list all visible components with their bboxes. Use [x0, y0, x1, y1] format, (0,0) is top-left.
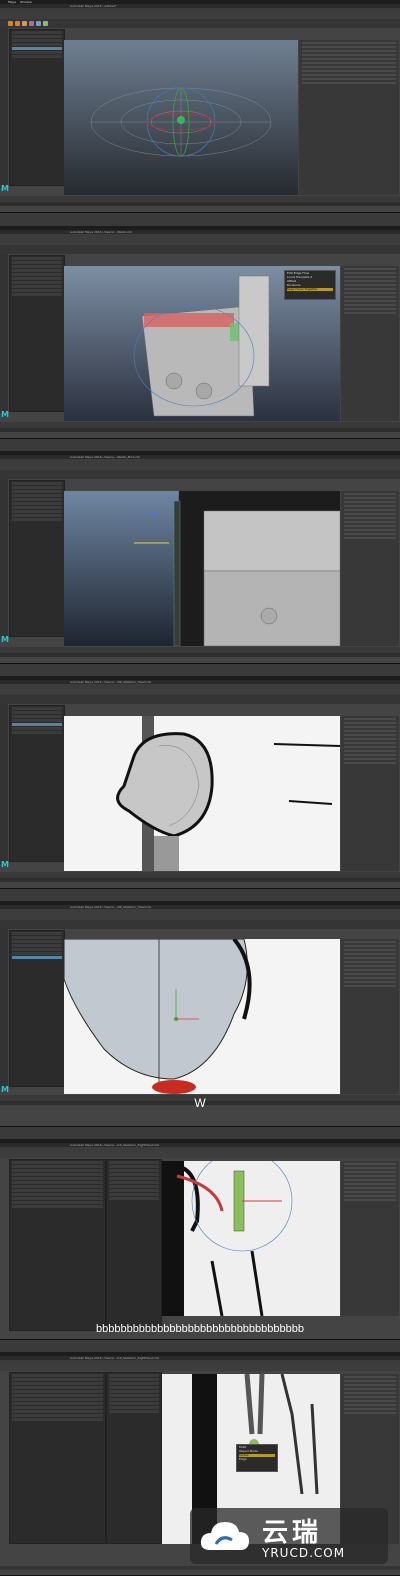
channel-box[interactable]	[341, 491, 399, 646]
screenshot-frame-5: Autodesk Maya 2016: /Users/.../09_Skelet…	[0, 901, 400, 1127]
shelf-icon[interactable]	[22, 21, 27, 26]
viewport-front[interactable]	[64, 716, 340, 871]
maya-logo: M	[1, 410, 9, 419]
shelf-icon[interactable]	[15, 21, 20, 26]
command-line[interactable]	[0, 428, 400, 432]
skeleton-arm-viewport[interactable]	[162, 1161, 340, 1316]
screenshot-frame-2: Autodesk Maya 2016: /Users/.../Radio.mb …	[0, 226, 400, 439]
screenshot-frame-4: Autodesk Maya 2016: /Users/.../09_Skelet…	[0, 676, 400, 889]
help-line	[0, 1566, 400, 1570]
maya-logo: M	[1, 184, 9, 193]
grid-sphere-viewport[interactable]	[64, 40, 298, 195]
outliner-panel[interactable]	[9, 930, 65, 1087]
shelf-icon[interactable]	[29, 21, 34, 26]
channel-box[interactable]	[341, 716, 399, 871]
status-line[interactable]	[0, 1365, 400, 1371]
viewport-persp[interactable]	[64, 40, 298, 195]
toolbox[interactable]	[0, 254, 8, 414]
outliner-panel[interactable]	[9, 29, 65, 186]
status-line[interactable]	[0, 1152, 400, 1158]
command-line[interactable]	[0, 653, 400, 657]
shelf-icon[interactable]	[43, 21, 48, 26]
channel-box[interactable]	[341, 266, 399, 421]
command-line[interactable]	[0, 878, 400, 882]
screenshot-frame-1: Maya Window Autodesk Maya 2016: untitled…	[0, 0, 400, 213]
command-line[interactable]	[0, 202, 400, 206]
outliner-panel[interactable]	[106, 1159, 162, 1331]
shelf[interactable]	[0, 695, 400, 704]
cloud-logo-icon	[200, 1522, 249, 1550]
maya-logo: M	[1, 635, 9, 644]
screenshot-frame-3: Autodesk Maya 2016: /Users/.../Radio_Mod…	[0, 451, 400, 664]
watermark-english: YRUCD.COM	[262, 1546, 346, 1560]
shelf-icon[interactable]	[36, 21, 41, 26]
keystroke-caption: W	[194, 1096, 206, 1110]
toolbox[interactable]	[0, 479, 8, 639]
shelf[interactable]	[0, 245, 400, 254]
outliner-panel[interactable]	[9, 705, 65, 862]
marking-menu[interactable]: Edit Edge Flow Local Translate X Offset …	[284, 270, 336, 300]
viewport-persp[interactable]	[64, 491, 340, 646]
channel-box[interactable]	[341, 1161, 399, 1316]
maya-logo: M	[1, 1085, 9, 1094]
tool-settings-panel[interactable]	[9, 1372, 106, 1544]
maya-logo: M	[1, 860, 9, 869]
yrucd-watermark: 云瑞 YRUCD.COM	[190, 1508, 388, 1564]
attribute-editor[interactable]	[299, 40, 399, 195]
shelf[interactable]	[0, 470, 400, 479]
toolbox[interactable]	[0, 28, 8, 188]
shelf[interactable]	[0, 19, 400, 28]
viewport-front[interactable]	[162, 1161, 340, 1316]
skull-jaw-viewport[interactable]	[64, 939, 340, 1094]
outliner-panel[interactable]	[106, 1372, 162, 1544]
radio-closeup-viewport[interactable]	[64, 491, 340, 646]
viewport-front[interactable]	[64, 939, 340, 1094]
shelf-icon[interactable]	[8, 21, 13, 26]
tool-settings-panel[interactable]	[9, 1159, 106, 1331]
channel-box[interactable]	[341, 939, 399, 1094]
outliner-panel[interactable]	[9, 255, 65, 412]
toolbox[interactable]	[0, 704, 8, 864]
toolbox[interactable]	[0, 929, 8, 1089]
marking-menu-item[interactable]: Edge	[239, 1458, 275, 1461]
shelf[interactable]	[0, 920, 400, 929]
outliner-panel[interactable]	[9, 480, 65, 637]
marking-menu[interactable]: Multi Object Mode Vertex Edge	[236, 1444, 278, 1472]
watermark-chinese: 云瑞	[262, 1518, 323, 1548]
keystroke-caption: bbbbbbbbbbbbbbbbbbbbbbbbbbbbbbbbbb	[95, 1323, 304, 1335]
screenshot-frame-6: Autodesk Maya 2016: /Users/.../10_Skelet…	[0, 1139, 400, 1340]
skull-side-viewport[interactable]	[64, 716, 340, 871]
marking-menu-item-highlighted[interactable]: Keep Faces Together	[287, 288, 333, 291]
